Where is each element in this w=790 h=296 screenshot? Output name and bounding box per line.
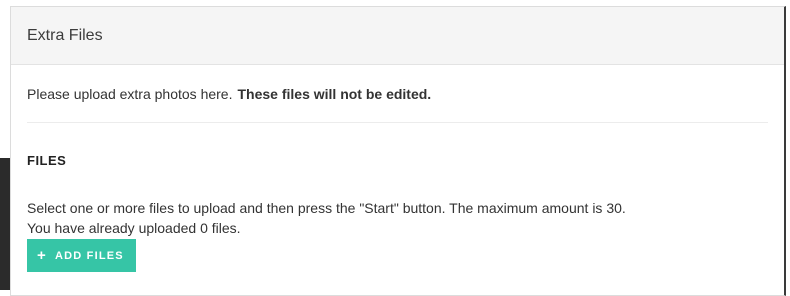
extra-files-panel: Extra Files Please upload extra photos h… — [10, 6, 786, 296]
intro-text: Please upload extra photos here. These f… — [27, 65, 768, 123]
upload-instructions: Select one or more files to upload and t… — [27, 198, 768, 238]
files-section-heading: FILES — [27, 153, 67, 168]
plus-icon: + — [37, 247, 47, 264]
add-files-label: ADD FILES — [54, 249, 124, 262]
panel-body: Please upload extra photos here. These f… — [11, 65, 784, 272]
intro-message: Please upload extra photos here. — [27, 85, 233, 102]
intro-warning: These files will not be edited. — [237, 85, 432, 102]
upload-instruction-text: Select one or more files to upload and t… — [27, 200, 626, 216]
add-files-button[interactable]: + ADD FILES — [27, 239, 136, 272]
background-strip — [0, 158, 10, 290]
panel-header: Extra Files — [11, 7, 784, 65]
panel-title: Extra Files — [27, 26, 103, 44]
upload-status-text: You have already uploaded 0 files. — [27, 220, 241, 236]
